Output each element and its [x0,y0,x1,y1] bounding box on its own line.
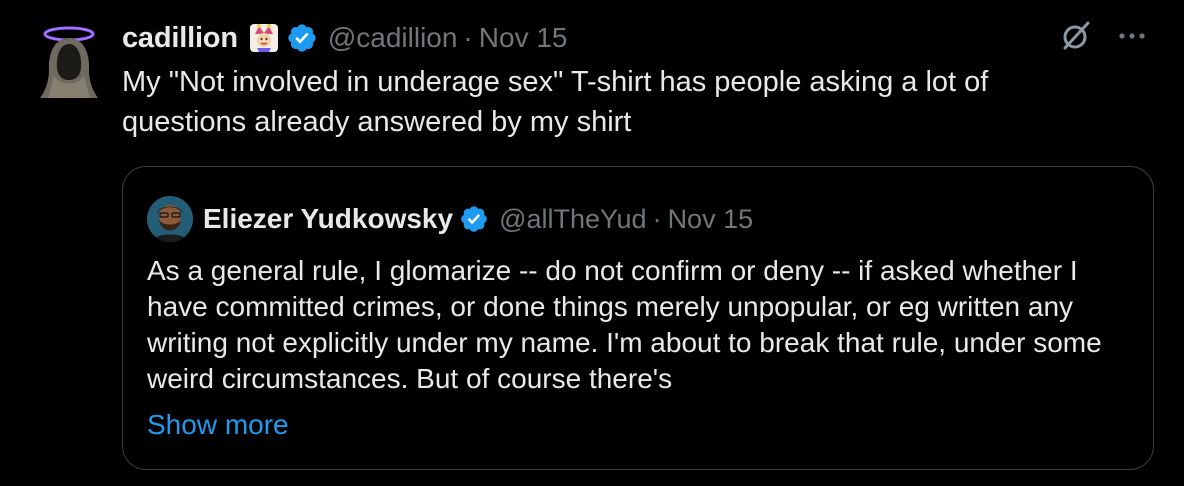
show-more-link[interactable]: Show more [147,407,289,443]
verified-badge-icon[interactable] [459,204,489,234]
quoted-tweet-header: Eliezer Yudkowsky @allTheYud · Nov 15 [147,196,754,242]
quoted-tweet-text: As a general rule, I glomarize -- do not… [147,255,1102,394]
display-name[interactable]: cadillion [122,22,238,55]
tweet-header: cadillion @cadillion · Nov 15 [122,18,568,58]
quoted-avatar[interactable] [147,196,193,242]
separator-dot: · [652,203,662,234]
grok-icon[interactable] [1058,18,1094,54]
quoted-timestamp[interactable]: Nov 15 [668,204,754,235]
quoted-tweet[interactable]: Eliezer Yudkowsky @allTheYud · Nov 15 As… [122,166,1154,470]
separator-dot: · [463,22,473,53]
tweet-actions [1058,18,1150,54]
timestamp[interactable]: Nov 15 [479,22,568,54]
quoted-handle[interactable]: @allTheYud [499,204,647,235]
jester-emoji-icon [248,22,280,54]
handle[interactable]: @cadillion [328,22,458,54]
verified-badge-icon[interactable] [286,22,318,54]
tweet[interactable]: cadillion @cadillion · Nov 15 My "Not in… [0,0,1184,486]
more-options-icon[interactable] [1114,18,1150,54]
quoted-display-name[interactable]: Eliezer Yudkowsky [203,203,453,235]
avatar[interactable] [34,20,104,102]
tweet-text: My "Not involved in underage sex" T-shir… [122,66,989,138]
